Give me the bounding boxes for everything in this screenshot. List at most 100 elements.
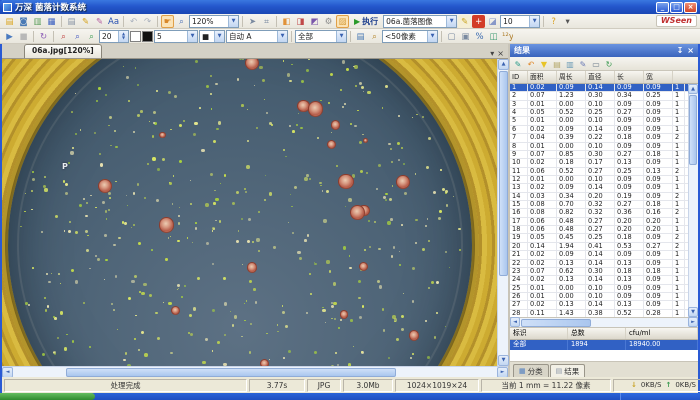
column-header[interactable]: ID xyxy=(510,71,528,83)
magic-select-icon[interactable]: ▨ xyxy=(336,15,349,28)
pen-width-combo[interactable]: 5▼ xyxy=(154,30,198,43)
zoom-tool-icon[interactable]: ⌕ xyxy=(175,15,188,28)
marker-pen-icon[interactable]: ✎ xyxy=(93,15,106,28)
edit-cell-icon[interactable]: ✎ xyxy=(577,58,589,70)
panel-close-icon[interactable]: × xyxy=(687,46,694,55)
table-row[interactable]: 100.020.180.170.130.091 xyxy=(510,159,688,167)
table-row[interactable]: 230.070.620.300.180.181 xyxy=(510,268,688,276)
table-row[interactable]: 160.080.820.320.360.162 xyxy=(510,209,688,217)
edit-result-icon[interactable]: ✎ xyxy=(458,15,471,28)
table-hscroll-thumb[interactable] xyxy=(521,319,591,327)
size-filter-combo[interactable]: <50像素▼ xyxy=(382,30,438,43)
table-row[interactable]: 200.141.940.410.530.272 xyxy=(510,243,688,251)
undo-mark-icon[interactable]: ↶ xyxy=(525,58,537,70)
column-header[interactable]: 直径 xyxy=(586,71,615,83)
print-report-icon[interactable]: ▤ xyxy=(354,30,367,43)
image-tab[interactable]: 06a.jpg[120%] xyxy=(24,44,102,58)
table-row[interactable]: 10.020.090.140.090.091 xyxy=(510,84,688,92)
label-mark-icon[interactable]: ◩ xyxy=(308,15,321,28)
table-row[interactable]: 210.020.090.140.090.091 xyxy=(510,251,688,259)
scroll-down-icon[interactable]: ▼ xyxy=(498,355,509,366)
table-row[interactable]: 180.060.480.270.200.201 xyxy=(510,226,688,234)
settings-icon[interactable]: ⚙ xyxy=(322,15,335,28)
table-horizontal-scrollbar[interactable]: ◄ ► xyxy=(510,318,698,328)
zoom-out-icon[interactable]: ⌕ xyxy=(71,30,84,43)
horizontal-scroll-thumb[interactable] xyxy=(66,368,396,377)
compare-icon[interactable]: ◫ xyxy=(487,30,500,43)
execute-button[interactable]: ▶执行 xyxy=(350,15,382,28)
camera-capture-icon[interactable]: ◙ xyxy=(17,15,30,28)
table-row[interactable]: 270.020.130.140.130.091 xyxy=(510,301,688,309)
petri-dish-image[interactable]: P xyxy=(2,59,497,366)
tab-classification[interactable]: ▦ 分类 xyxy=(513,364,549,377)
pencil-icon[interactable]: ✎ xyxy=(79,15,92,28)
column-header[interactable]: 长 xyxy=(615,71,644,83)
undo-icon[interactable]: ↶ xyxy=(127,15,140,28)
table-row[interactable]: 260.010.000.100.090.091 xyxy=(510,293,688,301)
refresh-icon[interactable]: ↻ xyxy=(603,58,615,70)
background-color-swatch[interactable] xyxy=(130,31,141,42)
minimize-button[interactable]: _ xyxy=(656,2,669,13)
table-row[interactable]: 40.050.520.250.270.091 xyxy=(510,109,688,117)
start-button[interactable] xyxy=(0,393,95,400)
table-row[interactable]: 20.071.230.300.340.251 xyxy=(510,92,688,100)
table-row[interactable]: 80.010.000.100.090.091 xyxy=(510,143,688,151)
mode-combo[interactable]: 自动 A▼ xyxy=(226,30,288,43)
sample-pick-icon[interactable]: ◧ xyxy=(280,15,293,28)
rotate-icon[interactable]: ↻ xyxy=(37,30,50,43)
column-header[interactable]: 宽 xyxy=(644,71,673,83)
mark-pen-icon[interactable]: ✎ xyxy=(512,58,524,70)
stop-icon[interactable]: ■ xyxy=(17,30,30,43)
pointer-tool-icon[interactable]: ➤ xyxy=(246,15,259,28)
table-row[interactable]: 70.040.390.220.180.092 xyxy=(510,134,688,142)
table-row[interactable]: 140.030.340.200.190.092 xyxy=(510,193,688,201)
formula-icon[interactable]: ¹²y xyxy=(501,30,514,43)
table-row[interactable]: 30.010.000.100.090.091 xyxy=(510,101,688,109)
redo-icon[interactable]: ↷ xyxy=(141,15,154,28)
table-row[interactable]: 50.010.000.100.090.091 xyxy=(510,117,688,125)
threshold-spinner[interactable]: 20▲▼ xyxy=(99,30,129,43)
tab-menu-icon[interactable]: ▾ xyxy=(490,49,494,58)
tab-close-icon[interactable]: × xyxy=(497,49,504,58)
select-region-icon[interactable]: ▭ xyxy=(590,58,602,70)
pin-icon[interactable]: ↧ xyxy=(677,46,684,55)
save-icon[interactable]: ▦ xyxy=(45,15,58,28)
table-vertical-scrollbar[interactable]: ▲ ▼ xyxy=(688,84,698,317)
table-row[interactable]: 60.020.090.140.090.091 xyxy=(510,126,688,134)
image-vertical-scrollbar[interactable]: ▲ ▼ xyxy=(497,59,508,366)
copy-table-icon[interactable]: ▤ xyxy=(551,58,563,70)
measure-tool-icon[interactable]: ⌗ xyxy=(260,15,273,28)
erase-colony-icon[interactable]: ◪ xyxy=(486,15,499,28)
table-scroll-up-icon[interactable]: ▲ xyxy=(688,84,698,94)
table-row[interactable]: 170.060.480.270.200.201 xyxy=(510,218,688,226)
table-row[interactable]: 150.080.700.320.270.181 xyxy=(510,201,688,209)
table-row[interactable]: 240.020.130.140.130.091 xyxy=(510,276,688,284)
foreground-color-swatch[interactable] xyxy=(142,31,153,42)
table-row[interactable]: 280.111.430.380.520.281 xyxy=(510,310,688,318)
table-scroll-down-icon[interactable]: ▼ xyxy=(688,307,698,317)
find-colony-icon[interactable]: ⌕ xyxy=(368,30,381,43)
table-scroll-thumb[interactable] xyxy=(689,95,697,165)
help-icon[interactable]: ? xyxy=(547,15,560,28)
mark-color-combo[interactable]: ■▼ xyxy=(199,30,225,43)
summary-row[interactable]: 全部 1894 18940.00 xyxy=(510,340,698,350)
scroll-up-icon[interactable]: ▲ xyxy=(498,59,509,70)
hand-tool-icon[interactable]: ☛ xyxy=(161,15,174,28)
zoom-level-combo[interactable]: 120%▼ xyxy=(189,15,239,28)
help-caret-icon[interactable]: ▾ xyxy=(561,15,574,28)
zoom-reset-icon[interactable]: ⌕ xyxy=(85,30,98,43)
table-row[interactable]: 190.050.450.250.180.092 xyxy=(510,234,688,242)
print-icon[interactable]: ▤ xyxy=(65,15,78,28)
maximize-button[interactable]: □ xyxy=(670,2,683,13)
column-header[interactable] xyxy=(673,71,685,83)
point-size-combo[interactable]: 10▼ xyxy=(500,15,540,28)
export-table-icon[interactable]: ▥ xyxy=(564,58,576,70)
report-doc-icon[interactable]: ▣ xyxy=(459,30,472,43)
column-header[interactable]: 周长 xyxy=(557,71,586,83)
scanner-icon[interactable]: ▥ xyxy=(31,15,44,28)
open-image-icon[interactable]: ▤ xyxy=(3,15,16,28)
percent-icon[interactable]: % xyxy=(473,30,486,43)
image-source-combo[interactable]: 06a.菌落图像▼ xyxy=(383,15,457,28)
tab-results[interactable]: ▤ 结果 xyxy=(550,364,586,377)
add-colony-icon[interactable]: + xyxy=(472,15,485,28)
